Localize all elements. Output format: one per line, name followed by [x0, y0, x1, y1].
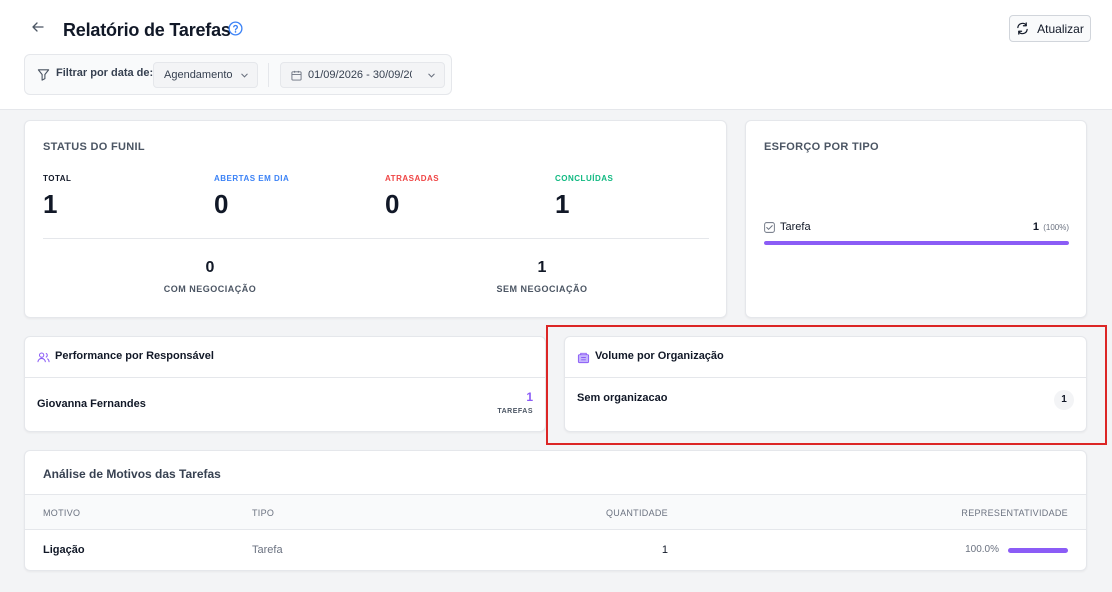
performance-header: Performance por Responsável [25, 337, 545, 378]
effort-progress-bar [764, 241, 1069, 245]
date-type-select[interactable]: Agendamento [153, 62, 258, 88]
volume-title: Volume por Organização [595, 350, 724, 362]
column-header-quantidade: QUANTIDADE [605, 508, 668, 518]
volume-by-organization-card: Volume por Organização Sem organizacao 1 [564, 336, 1087, 432]
effort-row: Tarefa 1 (100%) [764, 221, 1069, 235]
metric-value: 1 [555, 189, 570, 219]
column-header-representatividade: REPRESENTATIVIDADE [961, 508, 1068, 518]
help-circle-icon[interactable] [228, 21, 243, 36]
metric-open-on-time: ABERTAS EM DIA 0 [214, 174, 289, 218]
metric-label: TOTAL [43, 174, 72, 183]
funnel-status-card: STATUS DO FUNIL TOTAL 1 ABERTAS EM DIA 0… [24, 120, 727, 318]
refresh-label: Atualizar [1037, 21, 1084, 36]
metric-label: ABERTAS EM DIA [214, 174, 290, 183]
metric-label: CONCLUÍDAS [555, 174, 614, 183]
effort-name: Tarefa [780, 221, 811, 233]
motives-header: Análise de Motivos das Tarefas [25, 451, 1086, 495]
filter-icon [37, 69, 50, 81]
sub-metric-label: SEM NEGOCIAÇÃO [496, 284, 588, 294]
organization-name: Sem organizacao [577, 392, 668, 404]
metric-value: 0 [385, 189, 400, 219]
chevron-down-icon [428, 73, 435, 78]
effort-percent: (100%) [1043, 223, 1069, 232]
effort-progress-fill [764, 241, 1069, 245]
page-title: Relatório de Tarefas [63, 20, 231, 40]
effort-title: ESFORÇO POR TIPO [764, 141, 879, 153]
organization-count-badge: 1 [1054, 390, 1074, 410]
date-filter-bar: Filtrar por data de: Agendamento 01/09/2… [24, 54, 452, 95]
volume-header: Volume por Organização [565, 337, 1086, 378]
date-type-value: Agendamento [164, 69, 233, 81]
sub-metric-value: 1 [537, 259, 547, 276]
calendar-icon [291, 70, 302, 81]
column-header-motivo: MOTIVO [43, 508, 81, 518]
sub-metric-with-deal: 0 COM NEGOCIAÇÃO [120, 259, 300, 294]
date-range-value: 01/09/2026 - 30/09/2026 [308, 69, 412, 81]
filter-label: Filtrar por data de: [56, 67, 154, 79]
column-header-tipo: TIPO [252, 508, 275, 518]
metric-value: 0 [214, 189, 229, 219]
sub-metric-value: 0 [205, 259, 215, 276]
effort-by-type-card: ESFORÇO POR TIPO Tarefa 1 (100%) [745, 120, 1087, 318]
metric-total: TOTAL 1 [43, 174, 71, 218]
metric-overdue: ATRASADAS 0 [385, 174, 439, 218]
motives-title: Análise de Motivos das Tarefas [43, 467, 221, 481]
performance-title: Performance por Responsável [55, 350, 214, 362]
sub-metric-without-deal: 1 SEM NEGOCIAÇÃO [452, 259, 632, 294]
funnel-divider [43, 238, 709, 239]
page-header: Relatório de Tarefas Atualizar Filtrar p… [0, 0, 1112, 110]
table-header: MOTIVO TIPO QUANTIDADE REPRESENTATIVIDAD… [25, 494, 1086, 530]
cell-representatividade: 100.0% [965, 544, 999, 555]
cell-quantidade: 1 [661, 544, 668, 556]
table-row: Ligação Tarefa 1 100.0% [25, 530, 1086, 570]
users-icon [37, 352, 50, 363]
checkbox-icon [764, 222, 775, 233]
refresh-button[interactable]: Atualizar [1009, 15, 1091, 42]
representatividade-bar [1008, 548, 1068, 553]
funnel-title: STATUS DO FUNIL [43, 141, 145, 153]
date-range-picker[interactable]: 01/09/2026 - 30/09/2026 [280, 62, 445, 88]
back-button[interactable] [28, 18, 48, 40]
metric-completed: CONCLUÍDAS 1 [555, 174, 613, 218]
building-icon [577, 352, 590, 364]
filter-divider [268, 63, 269, 87]
responsible-name: Giovanna Fernandes [37, 398, 146, 410]
cell-tipo: Tarefa [252, 544, 283, 556]
responsible-task-unit: TAREFAS [497, 408, 533, 415]
metric-value: 1 [43, 189, 58, 219]
arrow-left-icon [32, 22, 44, 32]
effort-count: 1 [1032, 221, 1039, 233]
task-motives-card: Análise de Motivos das Tarefas MOTIVO TI… [24, 450, 1087, 571]
responsible-task-count: 1 [526, 390, 533, 404]
metric-label: ATRASADAS [385, 174, 440, 183]
refresh-icon [1017, 22, 1028, 35]
cell-motivo: Ligação [43, 544, 85, 556]
performance-card: Performance por Responsável Giovanna Fer… [24, 336, 546, 432]
chevron-down-icon [241, 73, 248, 78]
sub-metric-label: COM NEGOCIAÇÃO [163, 284, 257, 294]
